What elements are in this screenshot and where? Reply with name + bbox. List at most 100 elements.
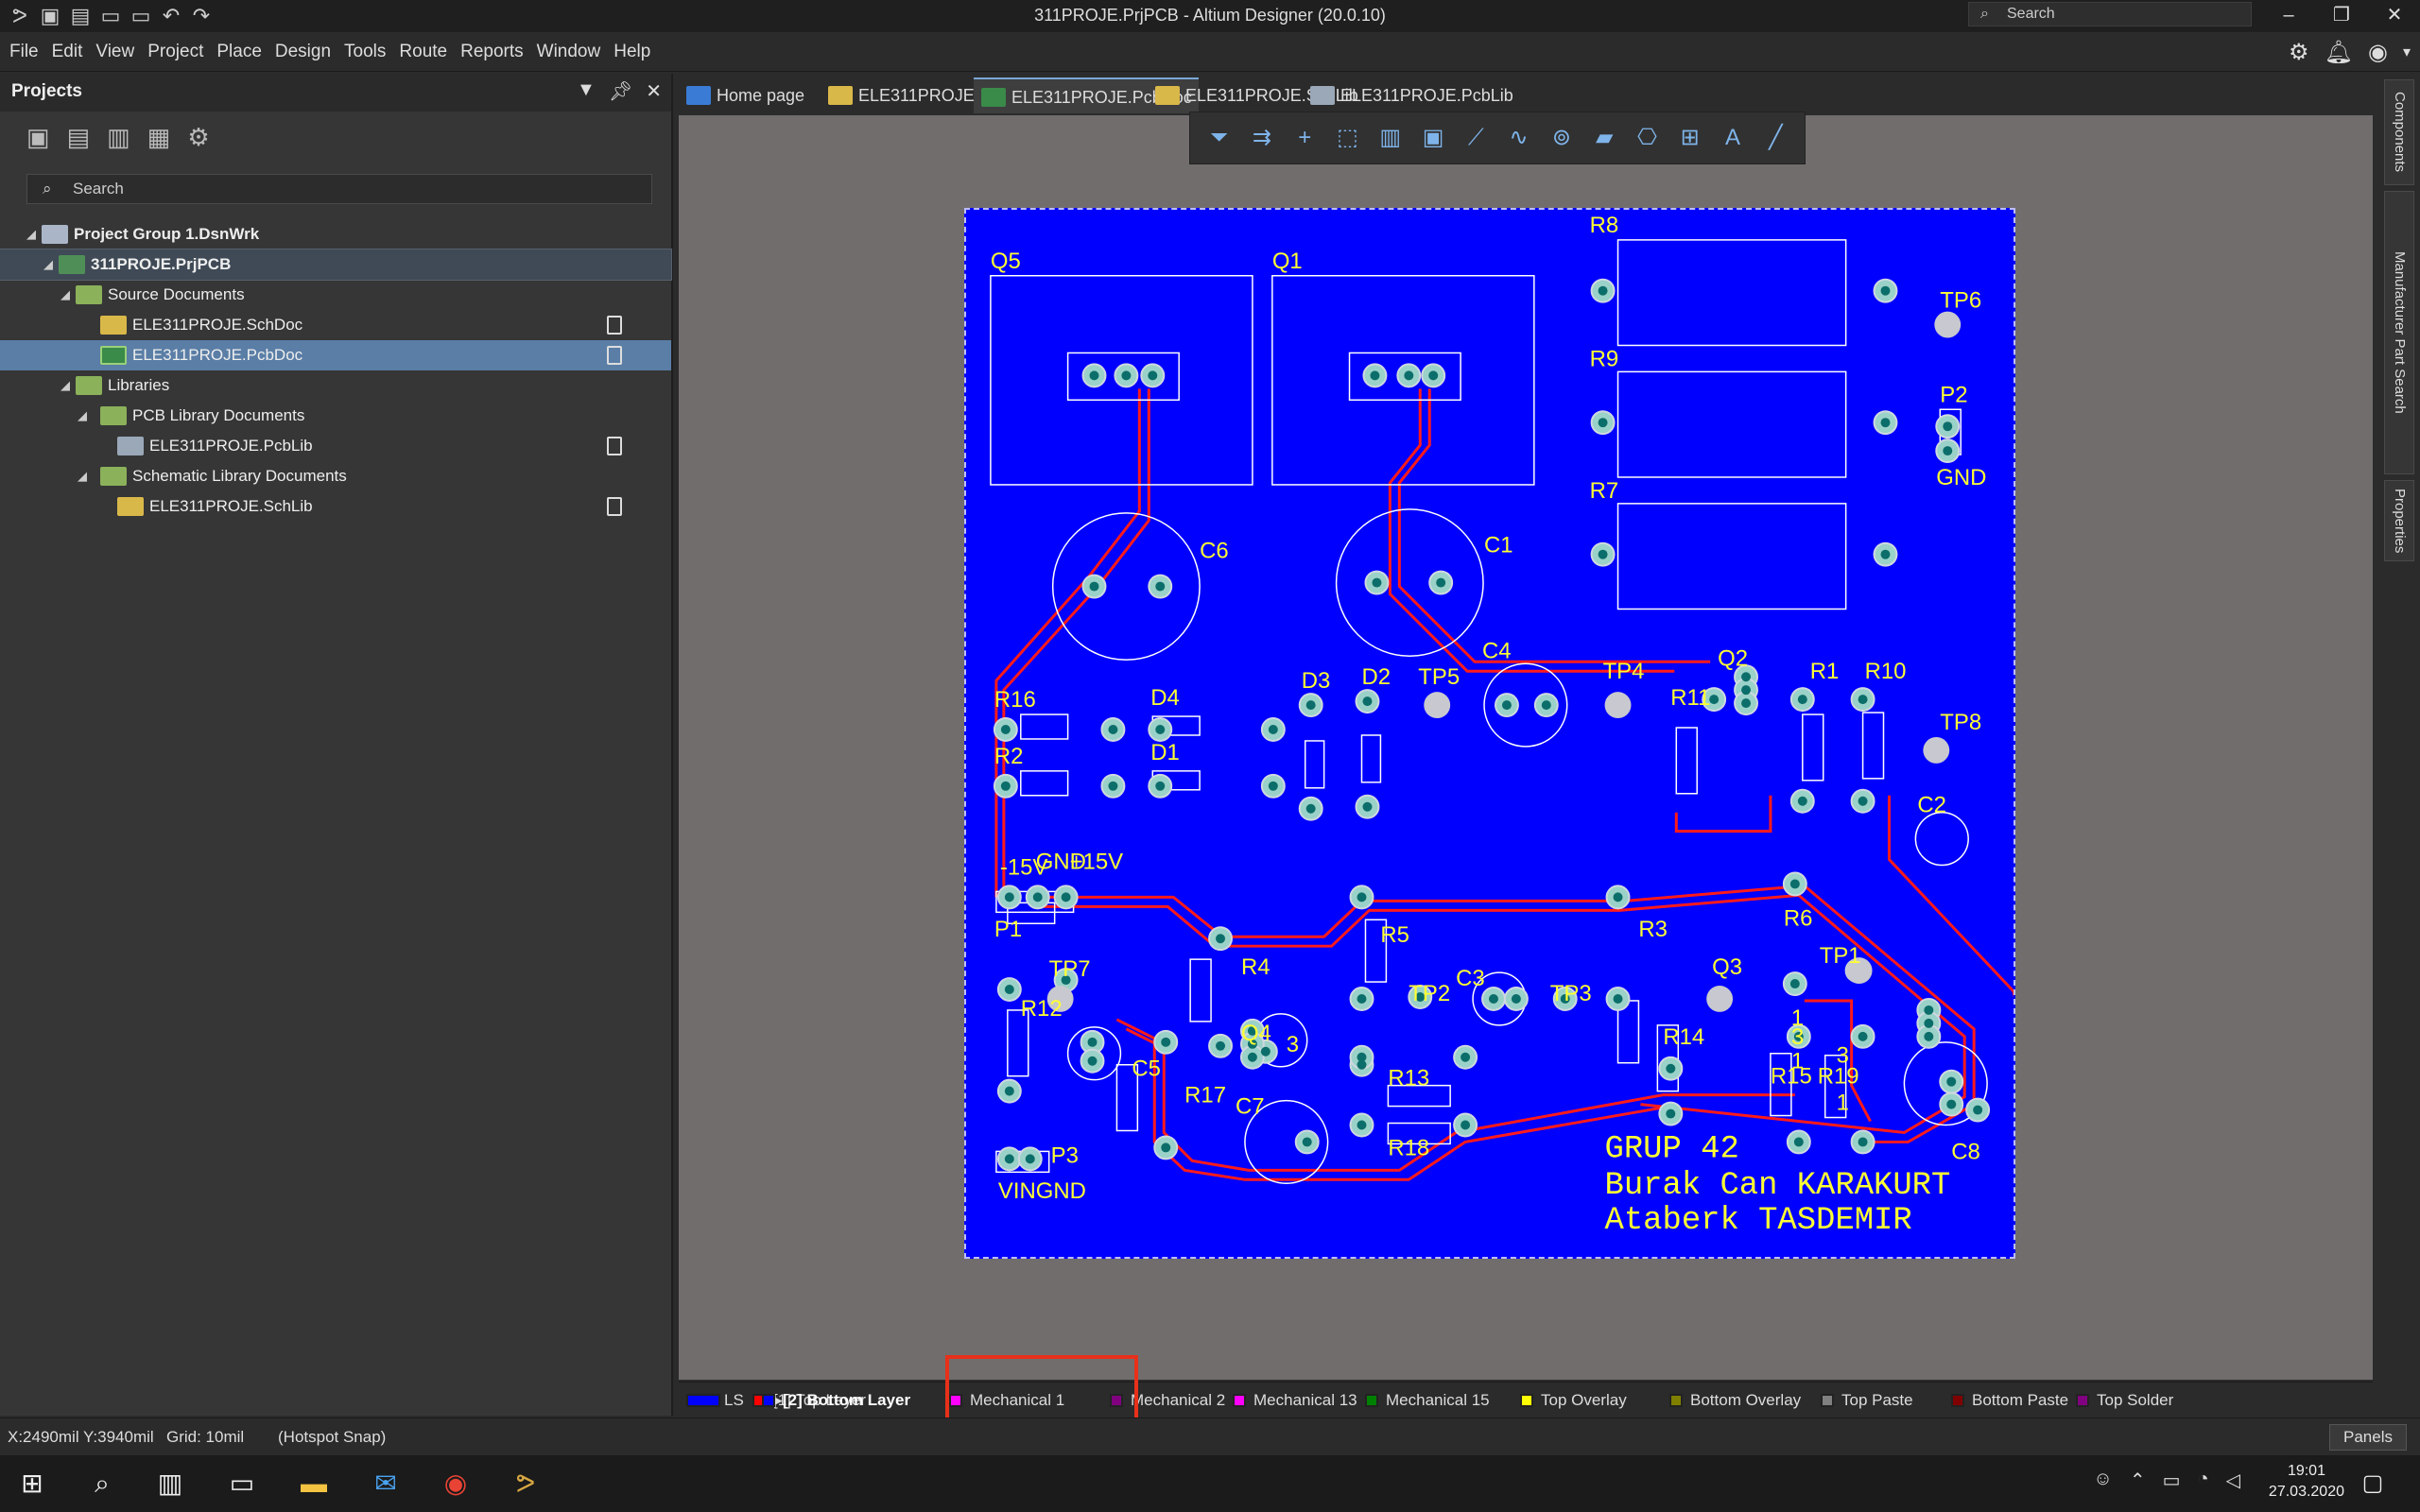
global-search-input[interactable]: ⌕ Search <box>1968 2 2252 26</box>
layer-tab[interactable]: Mechanical 15 <box>1361 1388 1490 1413</box>
menu-edit[interactable]: Edit <box>45 32 90 72</box>
pin-icon[interactable]: 📌︎ <box>609 79 632 103</box>
volume-icon[interactable]: ◁ <box>2226 1469 2240 1492</box>
undo-icon[interactable]: ↶ <box>159 4 183 28</box>
route-icon[interactable]: ⟋ <box>1461 123 1491 153</box>
taskbar-clock[interactable]: 19:01 27.03.2020 <box>2269 1461 2344 1503</box>
close-icon[interactable]: ✕ <box>646 79 662 103</box>
layer-tab[interactable]: Bottom Paste <box>1947 1388 2068 1413</box>
probe-icon[interactable]: ⊚ <box>1547 123 1577 153</box>
redo-icon[interactable]: ↷ <box>189 4 214 28</box>
layer-tab[interactable]: Top Overlay <box>1516 1388 1627 1413</box>
chart-icon[interactable]: ▥ <box>1375 123 1406 153</box>
tab-manufacturer-part-search[interactable]: Manufacturer Part Search <box>2384 191 2414 474</box>
chrome-icon[interactable]: ◉ <box>437 1465 475 1503</box>
save-project-icon[interactable]: ▣ <box>26 123 50 164</box>
close-window-button[interactable]: ✕ <box>2371 0 2418 30</box>
open-project-icon[interactable]: ▭ <box>129 4 153 28</box>
people-icon[interactable]: ☺ <box>2093 1469 2112 1492</box>
layer-tab[interactable]: [2] Bottom Layer <box>758 1388 910 1413</box>
tree-item[interactable]: ELE311PROJE.PcbDoc <box>0 340 671 370</box>
layer-tab[interactable]: Mechanical 13 <box>1229 1388 1357 1413</box>
tree-item[interactable]: ◢ Libraries <box>0 370 671 401</box>
task-view-icon[interactable]: ▥ <box>151 1465 189 1503</box>
filter-icon[interactable]: ⏷ <box>1204 123 1235 153</box>
mail-icon[interactable]: ✉ <box>367 1465 405 1503</box>
menu-window[interactable]: Window <box>530 32 608 72</box>
component-icon[interactable]: ▣ <box>1418 123 1448 153</box>
expand-toggle-icon[interactable]: ◢ <box>78 401 87 431</box>
tree-item[interactable]: ◢ Schematic Library Documents <box>0 461 671 491</box>
document-icon[interactable] <box>607 346 622 365</box>
document-icon[interactable] <box>607 437 622 455</box>
tree-item[interactable]: ◢ Source Documents <box>0 280 671 310</box>
project-settings-icon[interactable]: ▦ <box>147 123 171 164</box>
tab-components[interactable]: Components <box>2384 79 2414 185</box>
layer-set-selector[interactable]: LS <box>683 1388 744 1413</box>
menu-file[interactable]: File <box>0 32 45 72</box>
tree-item[interactable]: ◢ 311PROJE.PrjPCB <box>0 249 672 281</box>
save-icon[interactable]: ▣ <box>38 4 62 28</box>
menu-reports[interactable]: Reports <box>454 32 530 72</box>
notification-icon[interactable]: ▢ <box>2354 1465 2392 1503</box>
search-icon[interactable]: ⌕ <box>83 1465 121 1503</box>
open-icon[interactable]: ▭ <box>98 4 123 28</box>
tree-item[interactable]: ELE311PROJE.SchDoc <box>0 310 671 340</box>
expand-toggle-icon[interactable]: ◢ <box>78 461 87 491</box>
battery-icon[interactable]: ▭ <box>2163 1469 2181 1492</box>
gear-icon[interactable]: ⚙ <box>2289 39 2309 66</box>
layer-tab[interactable]: Top Solder <box>2072 1388 2173 1413</box>
user-icon[interactable]: ◉ <box>2368 39 2388 66</box>
layer-tab[interactable]: Top Paste <box>1817 1388 1913 1413</box>
pad-hole <box>1797 695 1807 705</box>
compile-icon[interactable]: ▤ <box>67 123 91 164</box>
wifi-icon[interactable]: ◔ <box>2198 1469 2209 1492</box>
tree-item[interactable]: ◢ PCB Library Documents <box>0 401 671 431</box>
region-icon[interactable]: ▰ <box>1589 123 1619 153</box>
document-icon[interactable] <box>607 316 622 335</box>
line-icon[interactable]: ╱ <box>1760 123 1790 153</box>
layer-tab[interactable]: Bottom Overlay <box>1666 1388 1801 1413</box>
doc-tab[interactable]: ELE311PROJE.PcbLib <box>1303 77 1543 113</box>
desktop-app-icon[interactable]: ▭ <box>223 1465 261 1503</box>
file-explorer-icon[interactable]: ▬ <box>295 1465 333 1503</box>
minimize-button[interactable]: – <box>2265 0 2312 30</box>
gear-icon[interactable]: ⚙ <box>187 123 209 164</box>
tree-item[interactable]: ELE311PROJE.PcbLib <box>0 431 671 461</box>
menu-route[interactable]: Route <box>392 32 454 72</box>
tab-properties[interactable]: Properties <box>2384 480 2414 561</box>
altium-logo-icon[interactable]: ᕗ <box>8 4 32 28</box>
menu-tools[interactable]: Tools <box>337 32 392 72</box>
expand-toggle-icon[interactable]: ◢ <box>60 280 70 310</box>
tune-icon[interactable]: ∿ <box>1504 123 1534 153</box>
chevron-down-icon[interactable]: ▾ <box>2403 43 2411 61</box>
altium-designer-taskbar-icon[interactable]: ᕗ <box>507 1465 544 1503</box>
windows-start-icon[interactable]: ⊞ <box>13 1465 51 1503</box>
select-rect-icon[interactable]: ⬚ <box>1332 123 1362 153</box>
chevron-up-icon[interactable]: ⌃ <box>2130 1469 2146 1492</box>
via-icon[interactable]: ⎔ <box>1632 123 1662 153</box>
menu-project[interactable]: Project <box>141 32 210 72</box>
bell-icon[interactable]: 🔔︎ <box>2325 39 2353 66</box>
tree-item[interactable]: ◢ Project Group 1.DsnWrk <box>0 219 671 249</box>
expand-toggle-icon[interactable]: ◢ <box>26 219 36 249</box>
panels-button[interactable]: Panels <box>2329 1424 2407 1451</box>
text-icon[interactable]: A <box>1718 123 1748 153</box>
restore-button[interactable]: ❐ <box>2318 0 2365 30</box>
tree-item[interactable]: ELE311PROJE.SchLib <box>0 491 671 522</box>
pcb-board[interactable]: Q5 Q1 R8 TP6 R9 P2 GND R7 C6 C1 C4 Q2 R1 R10 TP5 TP4 R11… <box>964 208 2044 1259</box>
projects-search-input[interactable]: ⌕ Search <box>26 174 652 204</box>
menu-place[interactable]: Place <box>210 32 268 72</box>
expand-toggle-icon[interactable]: ◢ <box>43 249 53 280</box>
project-options-icon[interactable]: ▥ <box>107 123 130 164</box>
expand-toggle-icon[interactable]: ◢ <box>60 370 70 401</box>
menu-view[interactable]: View <box>89 32 141 72</box>
menu-help[interactable]: Help <box>607 32 657 72</box>
add-icon[interactable]: + <box>1289 123 1320 153</box>
dimension-icon[interactable]: ⊞ <box>1675 123 1705 153</box>
panel-menu-icon[interactable]: ▼ <box>577 79 596 103</box>
menu-design[interactable]: Design <box>268 32 337 72</box>
document-icon[interactable] <box>607 497 622 516</box>
save-all-icon[interactable]: ▤ <box>68 4 93 28</box>
interactive-route-icon[interactable]: ⇉ <box>1247 123 1277 153</box>
